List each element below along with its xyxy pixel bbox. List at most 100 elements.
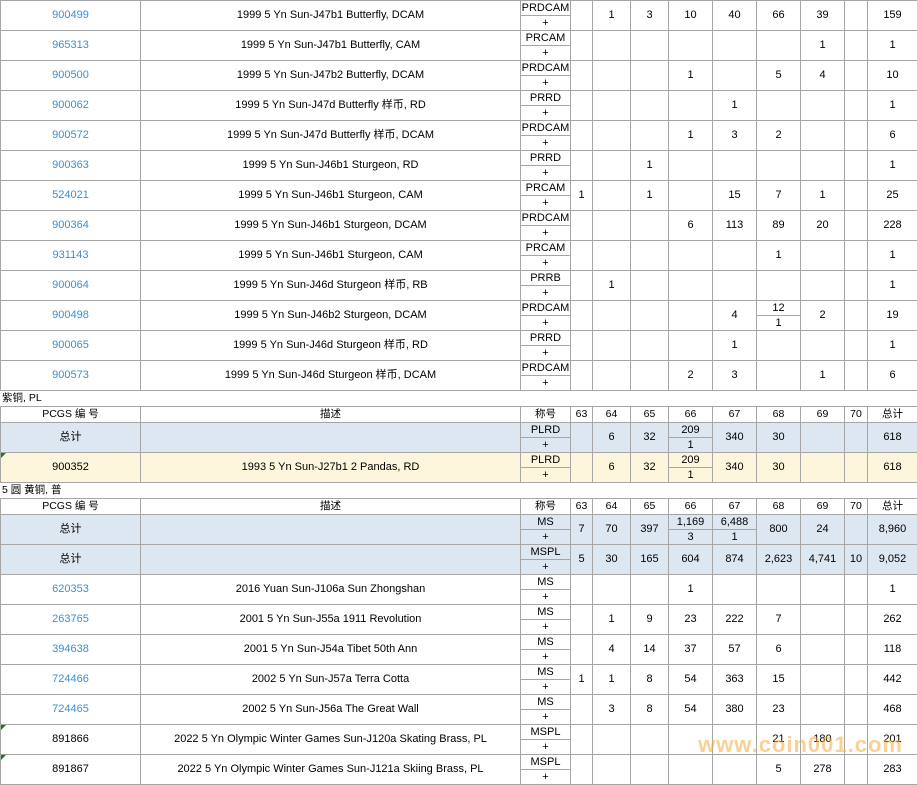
coin-description: 2016 Yuan Sun-J106a Sun Zhongshan: [141, 575, 521, 605]
grade-count-65: 165: [631, 545, 669, 575]
grade-count-67: 113: [713, 211, 757, 241]
row-total: 262: [868, 605, 917, 635]
pcgs-number-link[interactable]: 900364: [1, 211, 141, 241]
grade-count-65: 8: [631, 695, 669, 725]
row-total: 8,960: [868, 515, 917, 545]
grade-count-68: 7: [757, 605, 801, 635]
pcgs-number-link[interactable]: 900065: [1, 331, 141, 361]
grade-count-67: 1: [713, 91, 757, 121]
header-description: 描述: [141, 499, 521, 515]
grade-count-70: [845, 361, 868, 391]
pcgs-number-link[interactable]: 900062: [1, 91, 141, 121]
grade-count-70: [845, 423, 868, 453]
grade-designation-plus: +: [521, 710, 570, 724]
grade-count-68-value: 12: [757, 301, 800, 316]
header-grade-64: 64: [593, 407, 631, 423]
row-total: 1: [868, 331, 917, 361]
grade-count-63: 7: [571, 515, 593, 545]
grade-designation-plus: +: [521, 286, 570, 300]
coin-description: 1999 5 Yn Sun-J46d Sturgeon 样币, RB: [141, 271, 521, 301]
table-row: 9000621999 5 Yn Sun-J47d Butterfly 样币, R…: [1, 91, 917, 121]
coin-description: 2001 5 Yn Sun-J55a 1911 Revolution: [141, 605, 521, 635]
grade-count-70: [845, 61, 868, 91]
grade-count-63: [571, 605, 593, 635]
grade-designation: MSPL+: [521, 725, 571, 755]
grade-count-65: [631, 361, 669, 391]
table-row: 9653131999 5 Yn Sun-J47b1 Butterfly, CAM…: [1, 31, 917, 61]
pcgs-number-link[interactable]: 900363: [1, 151, 141, 181]
row-total: 25: [868, 181, 917, 211]
grade-count-70: [845, 453, 868, 483]
grade-designation-plus: +: [521, 16, 570, 30]
grade-count-69: 1: [801, 361, 845, 391]
table-row: 9003521993 5 Yn Sun-J27b1 2 Pandas, RDPL…: [1, 453, 917, 483]
grade-designation-value: MS: [521, 635, 570, 650]
pcgs-number-link[interactable]: 524021: [1, 181, 141, 211]
pcgs-number-link[interactable]: 900064: [1, 271, 141, 301]
pcgs-number-link[interactable]: 900499: [1, 1, 141, 31]
grade-designation-value: PRCAM: [521, 181, 570, 196]
grade-count-69: [801, 331, 845, 361]
table-header-row: PCGS 编 号描述称号6364656667686970总计: [1, 499, 917, 515]
header-grade-65: 65: [631, 407, 669, 423]
grade-designation-value: PRDCAM: [521, 301, 570, 316]
grade-designation-value: PLRD: [521, 423, 570, 438]
grade-count-63: [571, 91, 593, 121]
grade-count-67: 874: [713, 545, 757, 575]
table-row: 8918672022 5 Yn Olympic Winter Games Sun…: [1, 755, 917, 785]
pcgs-number-link[interactable]: 394638: [1, 635, 141, 665]
grade-count-65: [631, 755, 669, 785]
grade-designation: PRDCAM+: [521, 361, 571, 391]
grade-count-66: 1,1693: [669, 515, 713, 545]
pcgs-number-link[interactable]: 620353: [1, 575, 141, 605]
coin-description: 2022 5 Yn Olympic Winter Games Sun-J121a…: [141, 755, 521, 785]
table-row: 6203532016 Yuan Sun-J106a Sun ZhongshanM…: [1, 575, 917, 605]
row-total: 1: [868, 91, 917, 121]
grade-count-67: [713, 61, 757, 91]
coin-description: 1993 5 Yn Sun-J27b1 2 Pandas, RD: [141, 453, 521, 483]
grade-count-70: 10: [845, 545, 868, 575]
row-total: 159: [868, 1, 917, 31]
pcgs-number-link[interactable]: 900572: [1, 121, 141, 151]
grade-count-63: [571, 121, 593, 151]
grade-count-64: [593, 361, 631, 391]
header-grade-63: 63: [571, 407, 593, 423]
table-row: 9000651999 5 Yn Sun-J46d Sturgeon 样币, RD…: [1, 331, 917, 361]
grade-designation-value: PRDCAM: [521, 1, 570, 16]
table-row: 8918662022 5 Yn Olympic Winter Games Sun…: [1, 725, 917, 755]
table-row: 9004991999 5 Yn Sun-J47b1 Butterfly, DCA…: [1, 1, 917, 31]
grade-count-68: [757, 361, 801, 391]
grade-count-70: [845, 211, 868, 241]
pcgs-number-link[interactable]: 900573: [1, 361, 141, 391]
grade-count-65: 32: [631, 453, 669, 483]
row-total: 118: [868, 635, 917, 665]
pcgs-number-link[interactable]: 900500: [1, 61, 141, 91]
grade-count-66: 604: [669, 545, 713, 575]
grade-count-68: 2,623: [757, 545, 801, 575]
grade-count-64: 1: [593, 665, 631, 695]
grade-count-64: [593, 301, 631, 331]
pcgs-number-link[interactable]: 965313: [1, 31, 141, 61]
coin-description: 1999 5 Yn Sun-J46b1 Sturgeon, DCAM: [141, 211, 521, 241]
pcgs-number-link[interactable]: 724465: [1, 695, 141, 725]
grade-count-66: 1: [669, 61, 713, 91]
grade-count-68: 21: [757, 725, 801, 755]
grade-count-63: [571, 755, 593, 785]
table-row: 9005731999 5 Yn Sun-J46d Sturgeon 样币, DC…: [1, 361, 917, 391]
grade-count-65: [631, 91, 669, 121]
grade-count-69: [801, 695, 845, 725]
row-total: 6: [868, 361, 917, 391]
grade-count-69: [801, 453, 845, 483]
pcgs-number-link[interactable]: 931143: [1, 241, 141, 271]
pcgs-number-link[interactable]: 263765: [1, 605, 141, 635]
grade-count-66: 54: [669, 695, 713, 725]
grade-designation: PLRD+: [521, 423, 571, 453]
grade-designation-plus: +: [521, 316, 570, 330]
pcgs-number-link[interactable]: 900498: [1, 301, 141, 331]
grade-designation: PRCAM+: [521, 181, 571, 211]
grade-count-65: 8: [631, 665, 669, 695]
grade-designation: MS+: [521, 515, 571, 545]
pcgs-number-link[interactable]: 724466: [1, 665, 141, 695]
grade-count-67: [713, 755, 757, 785]
grade-count-63: 1: [571, 181, 593, 211]
